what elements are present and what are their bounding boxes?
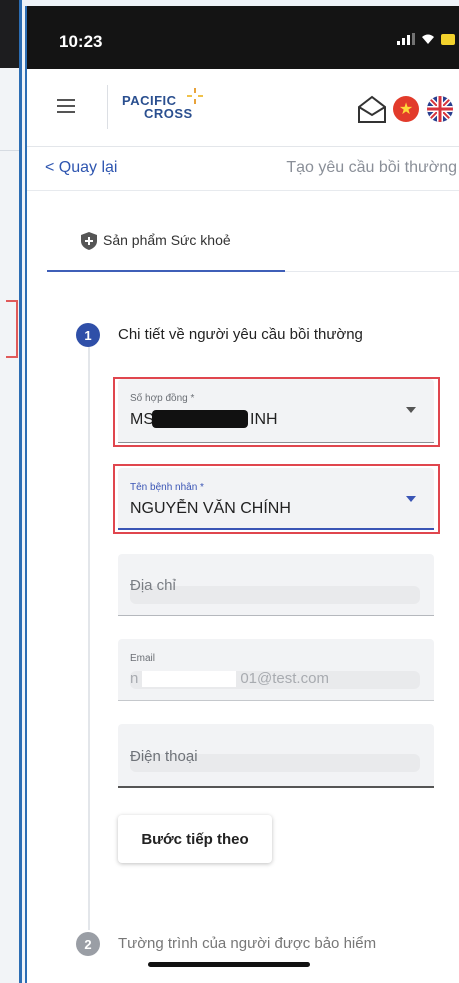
vietnam-flag-icon[interactable]: ★	[393, 96, 419, 122]
patient-name-value: NGUYỄN VĂN CHÍNH	[130, 500, 291, 517]
chevron-down-icon[interactable]	[406, 496, 416, 502]
stepper-line	[88, 340, 90, 930]
logo-line2: CROSS	[144, 106, 193, 121]
contract-number-select[interactable]: Số hợp đồng * MS INH	[118, 379, 434, 443]
tab-underline-rule	[285, 271, 459, 272]
status-bar: 10:23	[27, 6, 459, 69]
step-2-indicator: 2	[76, 932, 100, 956]
tab-health-product[interactable]: Sản phẩm Sức khoẻ	[47, 208, 285, 272]
email-value: n 01@test.com	[130, 670, 329, 688]
wifi-icon	[422, 34, 434, 44]
next-step-button[interactable]: Bước tiếp theo	[118, 815, 272, 863]
address-field[interactable]: Địa chỉ	[118, 554, 434, 616]
background-highlight-mark	[6, 300, 18, 358]
shield-plus-icon	[81, 232, 97, 250]
page-title: Tạo yêu cầu bồi thường	[286, 159, 457, 176]
email-label: Email	[130, 653, 156, 664]
phone-placeholder: Điện thoại	[130, 748, 198, 765]
step-2-title: Tường trình của người được bảo hiểm	[118, 935, 377, 952]
battery-icon	[441, 34, 455, 45]
inbox-icon[interactable]	[355, 93, 389, 127]
redaction-mark	[152, 410, 248, 428]
patient-name-select[interactable]: Tên bệnh nhân * NGUYỄN VĂN CHÍNH	[118, 468, 434, 530]
uk-flag-icon[interactable]	[427, 96, 453, 122]
logo-star-icon	[187, 88, 203, 104]
signal-icon	[397, 33, 415, 45]
phone-field[interactable]: Điện thoại	[118, 724, 434, 788]
app-header: PACIFIC CROSS ★	[27, 69, 459, 147]
back-link[interactable]: < Quay lại	[45, 159, 117, 177]
home-indicator[interactable]	[148, 962, 310, 967]
status-time: 10:23	[59, 32, 103, 51]
header-divider	[107, 85, 108, 129]
tab-label: Sản phẩm Sức khoẻ	[103, 232, 231, 248]
menu-icon[interactable]	[57, 99, 75, 113]
background-panel	[0, 0, 22, 983]
address-placeholder: Địa chỉ	[130, 577, 176, 594]
step-1-title: Chi tiết về người yêu cầu bồi thường	[118, 326, 363, 343]
step-1-indicator: 1	[76, 323, 100, 347]
contract-number-label: Số hợp đồng *	[130, 393, 195, 404]
chevron-down-icon[interactable]	[406, 407, 416, 413]
email-field[interactable]: Email n 01@test.com	[118, 639, 434, 701]
background-divider	[0, 150, 19, 151]
background-dark-strip	[0, 0, 19, 68]
status-icons	[397, 33, 455, 45]
patient-name-label: Tên bệnh nhân *	[130, 482, 204, 493]
pacific-cross-logo: PACIFIC CROSS	[122, 88, 212, 133]
sub-navigation: < Quay lại Tạo yêu cầu bồi thường	[27, 147, 459, 191]
